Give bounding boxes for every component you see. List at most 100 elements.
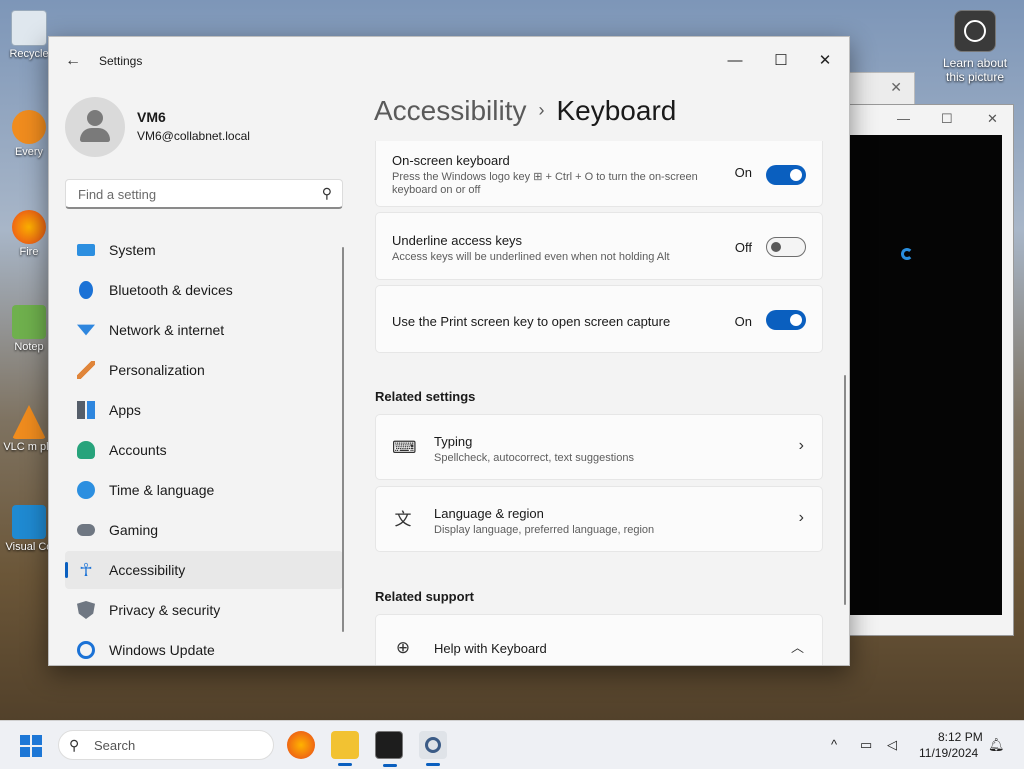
card-title: Underline access keys xyxy=(392,233,523,248)
chevron-up-icon[interactable]: ︿ xyxy=(791,637,804,656)
help-with-keyboard-expander[interactable]: ⊕ Help with Keyboard ︿ xyxy=(375,614,823,665)
vscode-icon xyxy=(12,505,46,539)
card-title: On-screen keyboard xyxy=(392,153,510,168)
settings-window: ← Settings — ☐ ✕ VM6 VM6@collabnet.local… xyxy=(48,36,850,666)
sidebar-item-personalization[interactable]: Personalization xyxy=(65,351,343,389)
sidebar-item-label: Accessibility xyxy=(109,562,186,578)
title-bar[interactable]: ← Settings — ☐ ✕ xyxy=(49,37,849,85)
chevron-up-icon[interactable]: ^ xyxy=(831,737,837,752)
update-icon xyxy=(77,641,95,659)
find-setting-search[interactable]: ⚲ xyxy=(65,179,343,209)
shield-icon xyxy=(77,601,95,619)
wifi-icon xyxy=(77,324,95,336)
desktop-icon-label: VLC m pla xyxy=(3,441,55,453)
card-title: Use the Print screen key to open screen … xyxy=(392,314,671,329)
desktop-icon-label: Recycle xyxy=(9,48,49,60)
network-icon[interactable]: ▭ xyxy=(860,737,872,753)
print-screen-toggle[interactable] xyxy=(766,310,806,330)
everything-icon xyxy=(12,110,46,144)
underline-access-keys-toggle[interactable] xyxy=(766,237,806,257)
on-screen-keyboard-toggle[interactable] xyxy=(766,165,806,185)
breadcrumb-separator: › xyxy=(538,100,545,120)
clock-time[interactable]: 8:12 PM xyxy=(938,730,983,744)
taskbar: ⚲ Search ^ ▭ ◁ 8:12 PM 11/19/2024 🔔︎ xyxy=(0,720,1024,769)
background-window-tab[interactable]: ✕ xyxy=(845,72,915,106)
background-window[interactable]: — ☐ ✕ xyxy=(840,104,1014,636)
terminal-taskbar-icon[interactable] xyxy=(375,731,403,767)
sidebar-item-label: Network & internet xyxy=(109,322,225,338)
card-description: Spellcheck, autocorrect, text suggestion… xyxy=(434,452,634,464)
minimize-button[interactable]: — xyxy=(715,45,755,77)
back-arrow-icon[interactable]: ← xyxy=(63,51,83,71)
sidebar-item-label: Accounts xyxy=(109,442,167,458)
language-region-link[interactable]: 文 Language & region Display language, pr… xyxy=(375,486,823,552)
card-description: Display language, preferred language, re… xyxy=(434,524,655,536)
clock-date[interactable]: 11/19/2024 xyxy=(919,746,978,760)
gamepad-icon xyxy=(77,524,95,536)
sidebar-item-label: Time & language xyxy=(109,482,215,498)
typing-link[interactable]: ⌨ Typing Spellcheck, autocorrect, text s… xyxy=(375,414,823,480)
learn-about-picture-label: Learn about this picture xyxy=(942,56,1008,84)
sidebar-item-windows-update[interactable]: Windows Update xyxy=(65,631,343,665)
settings-taskbar-icon[interactable] xyxy=(419,731,447,766)
globe-help-icon: ⊕ xyxy=(395,638,411,657)
notification-bell-icon[interactable]: 🔔︎ xyxy=(988,737,1005,753)
language-icon: 文 xyxy=(394,510,412,529)
sidebar-nav: System Bluetooth & devices Network & int… xyxy=(65,231,343,665)
learn-about-picture[interactable]: Learn about this picture xyxy=(940,10,1010,84)
window-title: Settings xyxy=(99,54,143,68)
breadcrumb-parent[interactable]: Accessibility xyxy=(374,95,526,126)
sidebar-item-label: System xyxy=(109,242,156,258)
search-input[interactable] xyxy=(76,186,310,203)
sidebar-item-privacy[interactable]: Privacy & security xyxy=(65,591,343,629)
card-title: Typing xyxy=(434,434,473,449)
toggle-state: On xyxy=(734,314,752,329)
volume-muted-icon[interactable]: ◁ xyxy=(887,737,897,753)
card-description: Press the Windows logo key ⊞ + Ctrl + O … xyxy=(392,171,698,196)
card-description: Access keys will be underlined even when… xyxy=(392,251,670,263)
console-area xyxy=(847,135,1002,615)
sidebar-item-time-language[interactable]: Time & language xyxy=(65,471,343,509)
taskbar-search[interactable]: ⚲ Search xyxy=(58,730,274,760)
desktop-icon-label: Visual Co xyxy=(5,541,53,553)
chevron-right-icon: › xyxy=(798,437,804,454)
sidebar-scrollbar[interactable] xyxy=(342,247,344,632)
sidebar-item-gaming[interactable]: Gaming xyxy=(65,511,343,549)
sidebar-item-bluetooth[interactable]: Bluetooth & devices xyxy=(65,271,343,309)
related-settings-header: Related settings xyxy=(375,389,476,404)
sidebar-item-accessibility[interactable]: ☥ Accessibility xyxy=(65,551,343,589)
desktop-icon-label: Notep xyxy=(14,341,44,353)
on-screen-keyboard-card: On-screen keyboard Press the Windows log… xyxy=(375,141,823,207)
content-scrollbar[interactable] xyxy=(844,375,846,605)
sidebar-item-label: Bluetooth & devices xyxy=(109,282,233,298)
gear-icon xyxy=(425,737,441,753)
desktop-icon-label: Every xyxy=(14,146,44,158)
close-button[interactable]: ✕ xyxy=(805,45,845,77)
file-explorer-taskbar-icon[interactable] xyxy=(331,731,359,766)
maximize-icon[interactable]: ☐ xyxy=(941,111,953,127)
maximize-button[interactable]: ☐ xyxy=(761,45,801,77)
card-title: Language & region xyxy=(434,506,544,521)
close-icon[interactable]: ✕ xyxy=(890,79,902,96)
toggle-state: Off xyxy=(734,240,752,255)
globe-clock-icon xyxy=(77,481,95,499)
print-screen-card: Use the Print screen key to open screen … xyxy=(375,285,823,353)
close-icon[interactable]: ✕ xyxy=(987,111,998,127)
sidebar-item-label: Privacy & security xyxy=(109,602,221,618)
underline-access-keys-card: Underline access keys Access keys will b… xyxy=(375,212,823,280)
firefox-icon xyxy=(12,210,46,244)
vlc-icon xyxy=(12,405,46,439)
sidebar-item-system[interactable]: System xyxy=(65,231,343,269)
firefox-taskbar-icon[interactable] xyxy=(287,731,315,759)
page-title: Keyboard xyxy=(556,95,677,126)
sidebar-item-network[interactable]: Network & internet xyxy=(65,311,343,349)
card-title: Help with Keyboard xyxy=(434,641,547,656)
desktop-icon-label: Fire xyxy=(19,246,39,258)
minimize-icon[interactable]: — xyxy=(897,111,910,126)
sidebar-item-apps[interactable]: Apps xyxy=(65,391,343,429)
camera-icon xyxy=(954,10,996,52)
start-button[interactable] xyxy=(20,735,42,757)
sidebar-item-accounts[interactable]: Accounts xyxy=(65,431,343,469)
chevron-right-icon: › xyxy=(798,509,804,526)
system-icon xyxy=(77,244,95,256)
